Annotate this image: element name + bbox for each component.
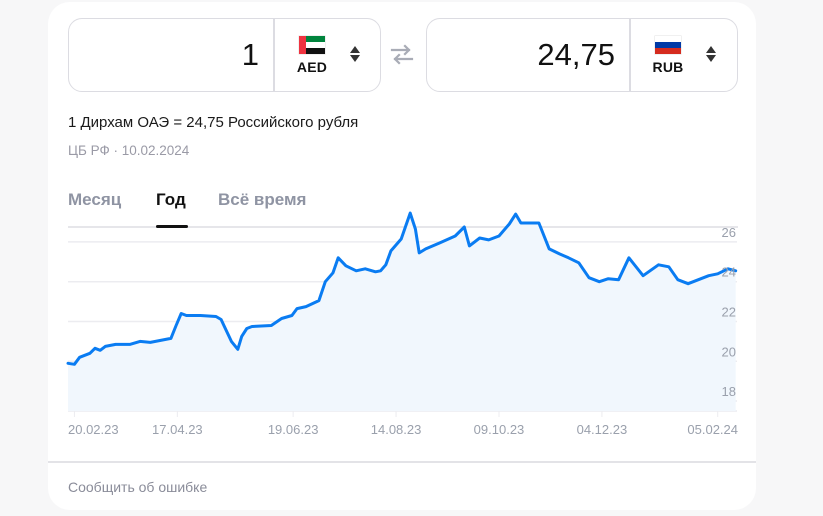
y-tick-label: 26 bbox=[722, 225, 736, 240]
y-tick-label: 24 bbox=[722, 265, 736, 280]
report-error-link[interactable]: Сообщить об ошибке bbox=[68, 479, 207, 495]
x-tick-label: 19.06.23 bbox=[268, 422, 319, 437]
y-tick-label: 22 bbox=[722, 304, 736, 319]
x-tick-label: 09.10.23 bbox=[474, 422, 525, 437]
x-tick-label: 05.02.24 bbox=[687, 422, 738, 437]
chart-area-fill bbox=[68, 213, 736, 411]
footer-divider bbox=[48, 461, 756, 463]
x-tick-label: 14.08.23 bbox=[371, 422, 422, 437]
converter-card: 1 AED 24,75 RUB 1 Дирхам ОАЭ = 24,75 Рос… bbox=[48, 2, 756, 510]
y-tick-label: 20 bbox=[722, 344, 736, 359]
x-tick-label: 20.02.23 bbox=[68, 422, 119, 437]
x-tick-label: 04.12.23 bbox=[577, 422, 628, 437]
x-tick-label: 17.04.23 bbox=[152, 422, 203, 437]
rate-chart: 26 24 22 20 18 20.02.23 17.04.23 19.06.23 14.08… bbox=[66, 211, 738, 437]
y-tick-label: 18 bbox=[722, 384, 736, 399]
